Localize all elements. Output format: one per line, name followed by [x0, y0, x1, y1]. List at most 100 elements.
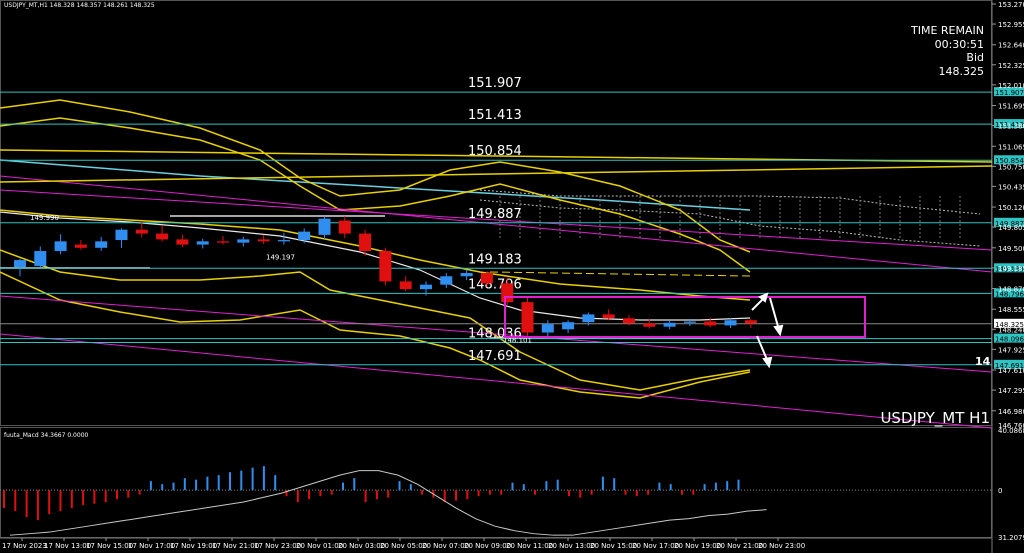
right-edge-mark: 14 [975, 355, 991, 368]
time-tick-label: 17 Nov 13:00 [44, 542, 91, 550]
bear-candle [217, 241, 229, 243]
bear-candle [480, 273, 493, 284]
envelope-bands [0, 99, 751, 399]
bull-candle [460, 273, 473, 277]
time-tick-label: 20 Nov 11:00 [506, 542, 553, 550]
price-tick-label: 150.750 [998, 163, 1024, 171]
bull-candle [95, 241, 108, 248]
bull-candle [541, 324, 554, 333]
price-tick-label: 151.695 [998, 103, 1024, 111]
price-tick-label: 152.010 [998, 82, 1024, 90]
price-tick-label: 149.500 [998, 245, 1024, 253]
symbol-header: USDJPY_MT,H1 148.328 148.357 148.261 148… [4, 2, 155, 9]
price-tick-label: 147.610 [998, 367, 1024, 375]
time-tick-label: 17 Nov 23:00 [254, 542, 301, 550]
price-tick-label: 148.870 [998, 286, 1024, 294]
time-tick-label: 17 Nov 19:00 [170, 542, 217, 550]
bear-candle [359, 233, 372, 252]
bull-candle [237, 239, 250, 243]
time-tick-label: 17 Nov 15:00 [86, 542, 133, 550]
arrow-down-middle [769, 297, 780, 331]
bid-value: 148.325 [939, 65, 985, 78]
time-tick-label: 20 Nov 13:00 [548, 542, 595, 550]
bull-candle [683, 321, 696, 323]
macd-tick-label: 31.2079 [998, 534, 1024, 542]
band-curve [0, 271, 751, 399]
macd-signal-line [9, 470, 767, 536]
bear-candle [156, 233, 169, 240]
level-axis-label: 151.907 [995, 89, 1024, 97]
time-tick-label: 17 Nov 2023 [2, 542, 47, 550]
range-box[interactable] [504, 296, 866, 338]
bull-candle [440, 276, 453, 285]
price-tick-label: 152.955 [998, 21, 1024, 29]
level-label: 151.413 [468, 108, 522, 123]
macd-indicator: 40.0868 0 31.2079 [0, 427, 1024, 542]
time-tick-label: 20 Nov 19:00 [674, 542, 721, 550]
bear-candle [379, 251, 392, 282]
bull-candle [115, 229, 128, 241]
bull-candle [663, 322, 676, 327]
bear-candle [74, 244, 87, 248]
arrow-head [773, 324, 784, 337]
time-tick-label: 20 Nov 23:00 [758, 542, 805, 550]
bear-candle [501, 283, 514, 303]
time-tick-label: 20 Nov 17:00 [632, 542, 679, 550]
macd-tick-label: 0 [998, 487, 1002, 495]
bull-candle [420, 284, 432, 290]
symbol-watermark: USDJPY_MT H1 [880, 409, 990, 428]
bear-candle [176, 239, 189, 245]
price-annotation: 149.990 [30, 214, 59, 222]
macd-pane-frame [0, 427, 992, 538]
time-tick-label: 20 Nov 05:00 [380, 542, 427, 550]
level-label: 149.887 [468, 207, 522, 222]
bear-candle [602, 314, 615, 319]
price-tick-label: 147.295 [998, 387, 1024, 395]
bear-candle [135, 229, 148, 234]
time-tick-label: 17 Nov 21:00 [212, 542, 259, 550]
price-tick-label: 153.270 [998, 1, 1024, 9]
bull-candle [54, 241, 67, 252]
bear-candle [399, 281, 412, 290]
bull-candle [277, 240, 290, 242]
band-curve [0, 209, 751, 301]
bear-candle [521, 302, 534, 333]
bear-candle [744, 320, 757, 324]
time-tick-label: 20 Nov 09:00 [464, 542, 511, 550]
level-label: 148.796 [468, 277, 522, 292]
time-remain-label: TIME REMAIN [910, 24, 984, 37]
bull-candle [318, 218, 331, 235]
level-label: 150.854 [468, 144, 522, 159]
trading-chart[interactable]: 151.907151.907151.413151.413150.854150.8… [0, 0, 1024, 553]
price-tick-label: 149.805 [998, 224, 1024, 232]
price-annotation: 149.197 [266, 253, 295, 261]
price-tick-label: 152.640 [998, 42, 1024, 50]
bull-candle [562, 322, 575, 330]
price-tick-label: 147.925 [998, 346, 1024, 354]
level-label: 149.183 [468, 252, 522, 267]
price-tick-label: 152.325 [998, 62, 1024, 70]
price-tick-label: 150.120 [998, 204, 1024, 212]
kijun-line [0, 159, 751, 211]
time-tick-label: 20 Nov 03:00 [338, 542, 385, 550]
bull-candle [298, 231, 311, 241]
time-tick-label: 20 Nov 07:00 [422, 542, 469, 550]
cloud-edge [479, 189, 981, 215]
macd-title: fuuta_Macd 34.3667 0.0000 [4, 432, 89, 439]
price-tick-label: 148.240 [998, 326, 1024, 334]
bear-candle [257, 239, 270, 242]
bear-candle [338, 220, 351, 234]
bull-candle [34, 251, 47, 266]
bull-candle [14, 260, 26, 268]
level-label: 151.907 [468, 76, 522, 91]
bid-label: Bid [966, 51, 984, 64]
time-tick-label: 20 Nov 01:00 [296, 542, 343, 550]
time-tick-label: 17 Nov 17:00 [128, 542, 175, 550]
trendline-yellow [0, 165, 993, 183]
price-tick-label: 148.555 [998, 306, 1024, 314]
horizontal-levels: 151.907151.907151.413151.413150.854150.8… [0, 76, 1024, 370]
price-tick-label: 149.185 [998, 265, 1024, 273]
price-tick-label: 150.435 [998, 183, 1024, 191]
bull-candle [582, 314, 595, 323]
price-annotations: 149.990149.197148.101 [30, 214, 532, 344]
